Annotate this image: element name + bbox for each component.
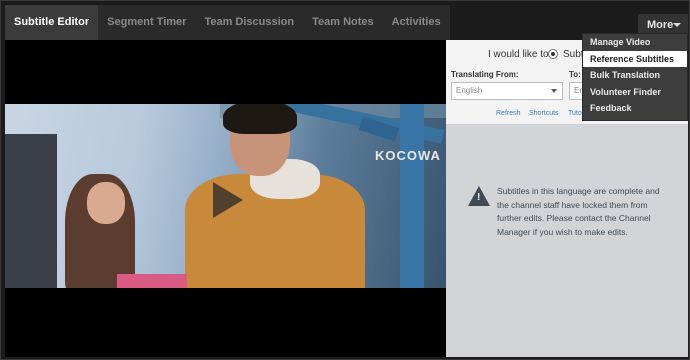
video-watermark: KOCOWA <box>375 148 441 163</box>
menu-item-reference-subtitles[interactable]: Reference Subtitles <box>583 50 687 67</box>
more-dropdown-menu: Manage Video Reference Subtitles Bulk Tr… <box>582 33 688 121</box>
bus-pole <box>400 104 424 288</box>
menu-item-volunteer-finder[interactable]: Volunteer Finder <box>583 84 687 101</box>
menu-item-feedback[interactable]: Feedback <box>583 100 687 117</box>
tab-team-discussion[interactable]: Team Discussion <box>195 5 303 40</box>
girl-face <box>87 182 125 224</box>
translating-from-label: Translating From: <box>451 70 519 79</box>
refresh-link[interactable]: Refresh <box>496 110 521 117</box>
mode-radio[interactable] <box>548 49 558 59</box>
tab-subtitle-editor[interactable]: Subtitle Editor <box>5 5 99 40</box>
tab-team-notes[interactable]: Team Notes <box>303 5 383 40</box>
tab-activities[interactable]: Activities <box>383 5 450 40</box>
caret-down-icon <box>673 23 681 27</box>
radio-dot-icon <box>551 52 555 56</box>
play-icon[interactable] <box>213 182 243 218</box>
menu-item-manage-video[interactable]: Manage Video <box>583 34 687 51</box>
to-label: To: <box>569 70 581 79</box>
passenger-left <box>5 134 57 288</box>
caret-down-icon <box>551 89 557 93</box>
more-button-label: More <box>647 19 674 31</box>
shortcuts-link[interactable]: Shortcuts <box>529 110 559 117</box>
pink-bag <box>117 274 187 288</box>
locked-notice: Subtitles in this language are complete … <box>497 186 660 237</box>
translating-from-value: English <box>456 86 483 95</box>
video-frame: KOCOWA <box>5 104 446 288</box>
tab-segment-timer[interactable]: Segment Timer <box>98 5 195 40</box>
tutorial-link[interactable]: Tuto <box>568 110 582 117</box>
menu-item-bulk-translation[interactable]: Bulk Translation <box>583 67 687 84</box>
translating-from-select[interactable]: English <box>451 82 563 100</box>
boy-hair <box>223 104 297 134</box>
mode-radio-label: Subt <box>563 49 584 60</box>
app-frame: Subtitle Editor Segment Timer Team Discu… <box>0 0 690 360</box>
warning-mark: ! <box>477 192 481 203</box>
tab-bar: Subtitle Editor Segment Timer Team Discu… <box>5 5 450 40</box>
would-like-label: I would like to <box>488 49 549 60</box>
video-player[interactable]: KOCOWA <box>5 40 446 357</box>
